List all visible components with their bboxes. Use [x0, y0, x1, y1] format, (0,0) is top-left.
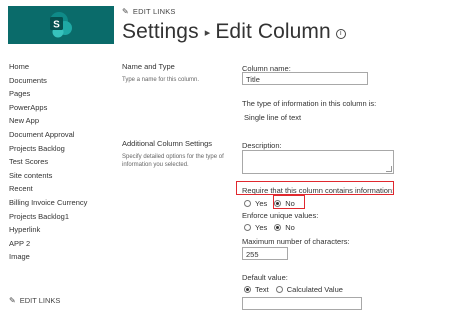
unique-radio-group: Yes No	[244, 223, 302, 232]
require-no-option[interactable]: No	[274, 199, 295, 208]
nav-item-hyperlink[interactable]: Hyperlink	[9, 223, 114, 237]
default-value-input[interactable]	[242, 297, 362, 310]
section-title-name-type: Name and Type	[122, 62, 175, 71]
nav-item-app-2[interactable]: APP 2	[9, 237, 114, 251]
nav-item-billing-invoice-currency[interactable]: Billing Invoice Currency	[9, 196, 114, 210]
breadcrumb-settings[interactable]: Settings	[122, 20, 199, 44]
radio-selected-icon[interactable]	[274, 200, 282, 207]
default-text-label: Text	[255, 285, 269, 294]
unique-yes-option[interactable]: Yes	[244, 223, 267, 232]
edit-links-label: EDIT LINKS	[19, 296, 61, 305]
breadcrumb-separator-icon: ▸	[204, 26, 211, 39]
max-chars-input[interactable]: 255	[242, 247, 288, 260]
nav-item-site-contents[interactable]: Site contents	[9, 169, 114, 183]
section-title-additional: Additional Column Settings	[122, 139, 213, 148]
section-desc-name-type: Type a name for this column.	[122, 77, 200, 83]
default-calculated-option[interactable]: Calculated Value	[275, 285, 343, 294]
require-yes-label: Yes	[255, 199, 268, 208]
page-title: Settings ▸ Edit Column i	[122, 20, 346, 44]
edit-links-top[interactable]: ✎ EDIT LINKS	[122, 7, 176, 16]
require-radio-group: Yes No	[244, 199, 302, 208]
type-info-label: The type of information in this column i…	[242, 99, 377, 108]
default-value-label: Default value:	[242, 273, 288, 282]
nav-item-test-scores[interactable]: Test Scores	[9, 155, 114, 169]
pencil-icon: ✎	[122, 7, 129, 16]
nav-item-documents[interactable]: Documents	[9, 74, 114, 88]
description-label: Description:	[242, 141, 282, 150]
svg-text:S: S	[53, 20, 60, 31]
default-text-option[interactable]: Text	[244, 285, 269, 294]
nav-item-home[interactable]: Home	[9, 60, 114, 74]
type-info-value: Single line of text	[244, 113, 302, 122]
unique-no-label: No	[285, 223, 295, 232]
require-label: Require that this column contains inform…	[242, 186, 395, 195]
left-nav: Home Documents Pages PowerApps New App D…	[9, 60, 114, 264]
nav-item-powerapps[interactable]: PowerApps	[9, 101, 114, 115]
radio-icon[interactable]	[275, 286, 283, 293]
breadcrumb-current: Edit Column	[215, 20, 331, 43]
radio-selected-icon[interactable]	[274, 224, 282, 231]
column-name-input[interactable]: Title	[242, 72, 368, 85]
radio-icon[interactable]	[244, 200, 251, 207]
nav-item-document-approval[interactable]: Document Approval	[9, 128, 114, 142]
edit-links-label: EDIT LINKS	[132, 7, 176, 16]
nav-item-pages[interactable]: Pages	[9, 87, 114, 101]
section-desc-additional: Specify detailed options for the type of…	[122, 154, 224, 168]
nav-item-projects-backlog1[interactable]: Projects Backlog1	[9, 210, 114, 224]
description-textarea[interactable]	[242, 150, 394, 174]
edit-links-bottom[interactable]: ✎ EDIT LINKS	[9, 296, 60, 305]
default-radio-group: Text Calculated Value	[244, 285, 350, 294]
resize-handle-icon[interactable]	[386, 166, 392, 172]
radio-selected-icon[interactable]	[244, 286, 251, 293]
default-calculated-label: Calculated Value	[286, 285, 343, 294]
unique-label: Enforce unique values:	[242, 211, 319, 220]
pencil-icon: ✎	[9, 296, 16, 305]
nav-item-projects-backlog[interactable]: Projects Backlog	[9, 142, 114, 156]
sharepoint-logo-icon: S	[50, 12, 72, 38]
nav-item-new-app[interactable]: New App	[9, 114, 114, 128]
site-logo[interactable]: S	[8, 6, 114, 44]
unique-yes-label: Yes	[255, 223, 268, 232]
unique-no-option[interactable]: No	[274, 223, 295, 232]
nav-item-image[interactable]: Image	[9, 250, 114, 264]
max-chars-label: Maximum number of characters:	[242, 237, 350, 246]
require-yes-option[interactable]: Yes	[244, 199, 267, 208]
radio-icon[interactable]	[244, 224, 251, 231]
nav-item-recent[interactable]: Recent	[9, 182, 114, 196]
require-no-label: No	[285, 199, 295, 208]
info-icon[interactable]: i	[335, 28, 346, 39]
